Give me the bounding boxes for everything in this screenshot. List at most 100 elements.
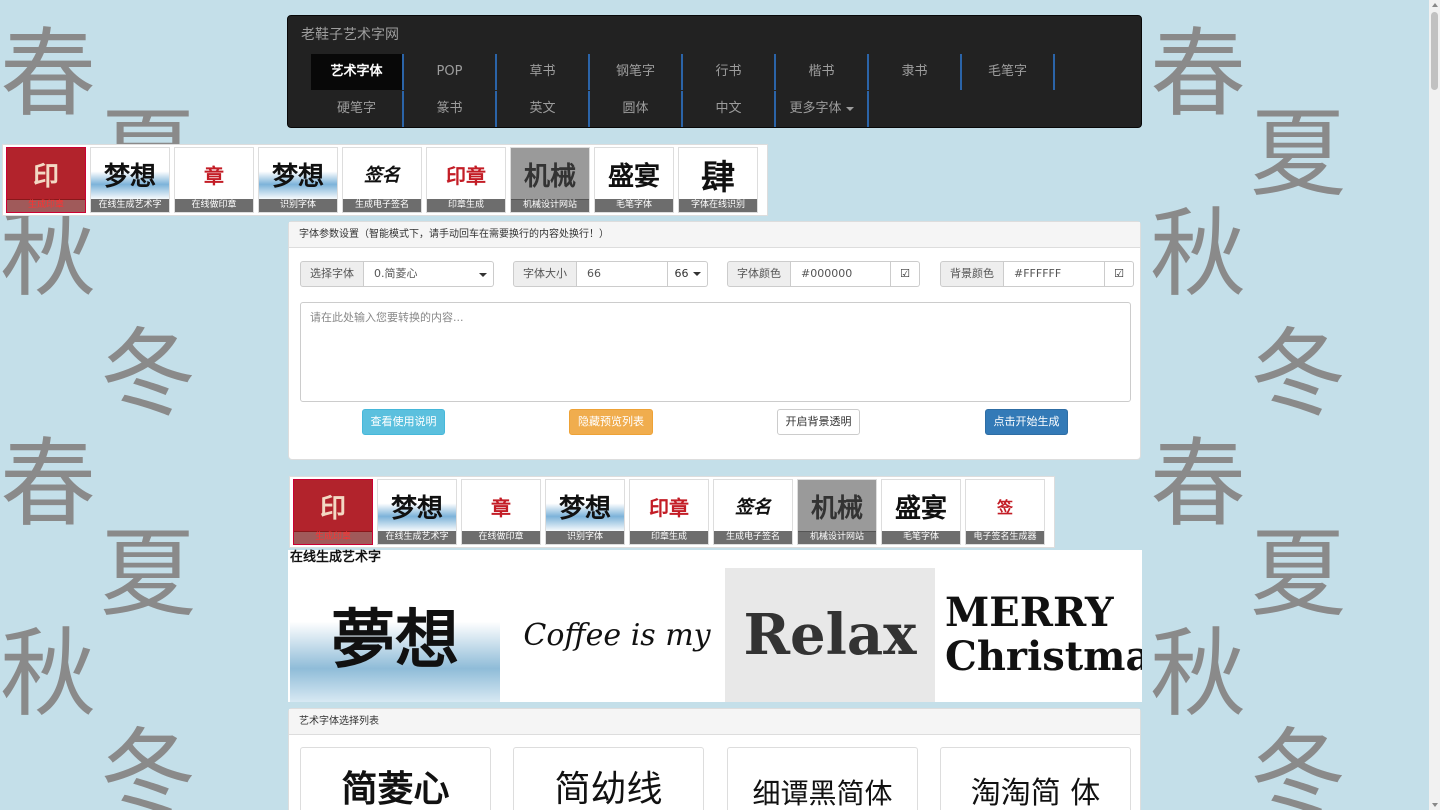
nav-brush[interactable]: 毛笔字 — [962, 54, 1055, 90]
featured-image-dream[interactable]: 夢想 — [290, 568, 500, 702]
thumb-link[interactable]: 印 生成印章 — [6, 147, 86, 213]
hide-preview-button[interactable]: 隐藏预览列表 — [569, 409, 653, 435]
font-card-sample: 淘淘简 体 — [970, 776, 1101, 810]
thumb-caption: 机械设计网站 — [798, 531, 876, 544]
featured-image-coffee[interactable]: Coffee is my — [512, 568, 722, 702]
nav-hard-pen[interactable]: 硬笔字 — [311, 91, 404, 127]
thumb-art: 梦想 — [378, 480, 456, 532]
featured-image-christmas[interactable]: MERRY Christmas — [938, 568, 1142, 702]
thumb-link[interactable]: 梦想 识别字体 — [258, 147, 338, 213]
thumb-link[interactable]: 梦想 在线生成艺术字 — [90, 147, 170, 213]
featured-image-relax[interactable]: Relax — [725, 568, 935, 702]
thumb-art: 梦想 — [546, 480, 624, 532]
thumb-link[interactable]: 章 在线做印章 — [461, 479, 541, 545]
font-card[interactable]: 简幼线 — [513, 747, 704, 810]
nav-more-label: 更多字体 — [789, 101, 842, 116]
font-settings-panel: 字体参数设置（智能模式下，请手动回车在需要换行的内容处换行！） 选择字体 0.简… — [288, 221, 1141, 460]
thumb-art: 章 — [491, 495, 511, 520]
chevron-down-icon — [692, 272, 701, 276]
featured-image-text: Relax — [743, 602, 917, 668]
font-card-sample: 细谭黑简体 — [752, 777, 893, 810]
thumb-link[interactable]: 盛宴 毛笔字体 — [594, 147, 674, 213]
thumb-link[interactable]: 梦想 在线生成艺术字 — [377, 479, 457, 545]
nav-running[interactable]: 行书 — [683, 54, 776, 90]
nav-regular[interactable]: 楷书 — [776, 54, 869, 90]
nav-chinese[interactable]: 中文 — [683, 91, 776, 127]
help-button[interactable]: 查看使用说明 — [362, 409, 445, 435]
top-navbar: 老鞋子艺术字网 艺术字体 POP 草书 钢笔字 行书 楷书 隶书 毛笔字 硬笔字… — [287, 15, 1142, 128]
thumb-link[interactable]: 机械 机械设计网站 — [797, 479, 877, 545]
thumb-art: 机械 — [511, 148, 589, 200]
background-pattern-left-2: 夏 冬 夏 冬 — [100, 100, 196, 810]
font-card-sample: 简菱心 — [341, 769, 450, 810]
scroll-down-icon[interactable] — [1432, 803, 1438, 807]
background-pattern-right: 春 秋 春 秋 — [1150, 18, 1246, 730]
font-select-value: 0.简菱心 — [374, 267, 418, 280]
font-list-panel: 艺术字体选择列表 简菱心 简幼线 细谭黑简体 淘淘简 体 — [288, 708, 1141, 810]
font-color-input[interactable]: #000000 — [791, 261, 891, 287]
font-select-label: 选择字体 — [300, 261, 364, 287]
featured-image-text: 夢想 — [331, 603, 459, 678]
thumb-caption: 识别字体 — [259, 199, 337, 212]
featured-title[interactable]: 在线生成艺术字 — [290, 550, 381, 566]
thumb-caption: 印章生成 — [427, 199, 505, 212]
thumb-link[interactable]: 签 电子签名生成器 — [965, 479, 1045, 545]
thumb-caption: 生成印章 — [294, 531, 372, 544]
bg-color-picker-button[interactable]: ☑ — [1105, 261, 1134, 287]
thumb-link[interactable]: 肆 字体在线识别 — [678, 147, 758, 213]
bg-color-label: 背景颜色 — [940, 261, 1004, 287]
thumb-caption: 机械设计网站 — [511, 199, 589, 212]
nav-art-font[interactable]: 艺术字体 — [311, 54, 404, 90]
chevron-down-icon — [845, 106, 854, 111]
thumb-caption: 生成电子签名 — [714, 531, 792, 544]
thumb-caption: 字体在线识别 — [679, 199, 757, 212]
nav-pop[interactable]: POP — [404, 54, 497, 90]
settings-header: 字体参数设置（智能模式下，请手动回车在需要换行的内容处换行！） — [289, 222, 1140, 248]
thumb-link[interactable]: 印 生成印章 — [293, 479, 373, 545]
thumb-caption: 印章生成 — [630, 531, 708, 544]
thumb-art: 印章 — [649, 495, 689, 520]
nav-round[interactable]: 圆体 — [590, 91, 683, 127]
page-scrollbar[interactable] — [1429, 0, 1440, 810]
font-card[interactable]: 简菱心 — [300, 747, 491, 810]
generate-button[interactable]: 点击开始生成 — [985, 409, 1068, 435]
background-pattern-left: 春 秋 春 秋 — [0, 18, 96, 730]
thumb-art: 盛宴 — [894, 493, 947, 524]
text-input-area[interactable]: 请在此处输入您要转换的内容... — [300, 302, 1131, 402]
scroll-up-icon[interactable] — [1432, 3, 1438, 7]
bg-color-input[interactable]: #FFFFFF — [1004, 261, 1105, 287]
font-card[interactable]: 淘淘简 体 — [940, 747, 1131, 810]
thumb-link[interactable]: 签名 生成电子签名 — [713, 479, 793, 545]
nav-clerical[interactable]: 隶书 — [869, 54, 962, 90]
thumb-link[interactable]: 章 在线做印章 — [174, 147, 254, 213]
thumb-link[interactable]: 印章 印章生成 — [426, 147, 506, 213]
thumb-art: 签名 — [735, 497, 771, 518]
nav-seal-script[interactable]: 篆书 — [404, 91, 497, 127]
font-card-sample: 简幼线 — [554, 768, 663, 809]
scrollbar-thumb[interactable] — [1431, 12, 1438, 90]
font-select[interactable]: 0.简菱心 — [364, 261, 494, 287]
transparent-bg-button[interactable]: 开启背景透明 — [777, 409, 860, 435]
font-color-label: 字体颜色 — [727, 261, 791, 287]
thumb-link[interactable]: 签名 生成电子签名 — [342, 147, 422, 213]
nav-pen[interactable]: 钢笔字 — [590, 54, 683, 90]
nav-more-fonts[interactable]: 更多字体 — [776, 91, 869, 127]
thumb-link[interactable]: 印章 印章生成 — [629, 479, 709, 545]
thumb-link[interactable]: 梦想 识别字体 — [545, 479, 625, 545]
thumb-link[interactable]: 机械 机械设计网站 — [510, 147, 590, 213]
nav-cursive[interactable]: 草书 — [497, 54, 590, 90]
font-size-dropdown[interactable]: 66 — [668, 261, 708, 287]
thumb-link[interactable]: 盛宴 毛笔字体 — [881, 479, 961, 545]
site-brand[interactable]: 老鞋子艺术字网 — [301, 26, 399, 44]
font-color-picker-button[interactable]: ☑ — [891, 261, 920, 287]
thumb-caption: 在线做印章 — [462, 531, 540, 544]
thumb-caption: 识别字体 — [546, 531, 624, 544]
font-size-group: 字体大小 66 66 — [513, 261, 708, 287]
thumb-caption: 在线生成艺术字 — [91, 199, 169, 212]
font-list-header: 艺术字体选择列表 — [289, 709, 1140, 735]
thumb-art: 印章 — [446, 163, 486, 188]
check-square-icon: ☑ — [1114, 267, 1124, 280]
font-card[interactable]: 细谭黑简体 — [727, 747, 918, 810]
font-size-input[interactable]: 66 — [577, 261, 668, 287]
nav-english[interactable]: 英文 — [497, 91, 590, 127]
